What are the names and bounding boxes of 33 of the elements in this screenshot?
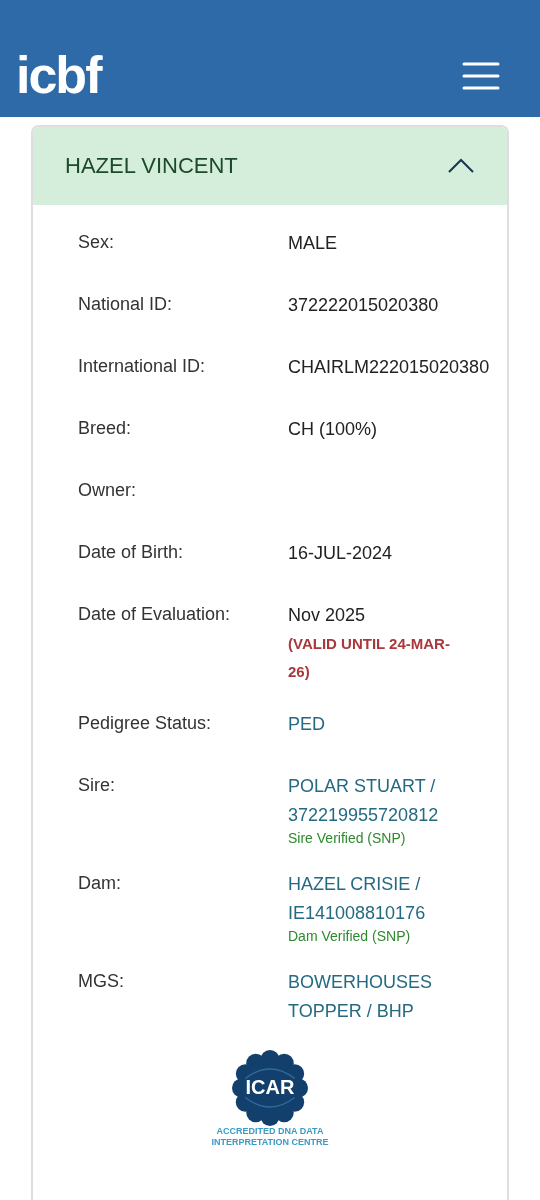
field-label: International ID: bbox=[78, 355, 207, 378]
badge-caption: INTERPRETATION CENTRE bbox=[211, 1137, 329, 1148]
field-value: CHAIRLM222015020380 bbox=[288, 356, 488, 379]
field-label: Breed: bbox=[78, 417, 133, 440]
logo[interactable]: icbf bbox=[16, 53, 101, 97]
chevron-icon[interactable] bbox=[447, 158, 475, 174]
badge-name: ICAR bbox=[245, 1076, 295, 1099]
field-value: 16-JUL-2024 bbox=[288, 542, 394, 565]
field-label: Owner: bbox=[78, 479, 138, 502]
value-link[interactable]: HAZEL CRISIE / IE141008810176 bbox=[288, 870, 488, 928]
validity-note: (VALID UNTIL 24-MAR-26) bbox=[288, 634, 451, 682]
value-link[interactable]: PED bbox=[288, 710, 488, 739]
field-label: Sire: bbox=[78, 774, 116, 797]
verification-note: Sire Verified (SNP) bbox=[288, 830, 407, 846]
field-label: Pedigree Status: bbox=[78, 712, 213, 735]
badge-caption: ACCREDITED DNA DATA bbox=[216, 1126, 324, 1137]
dna-seal-icon bbox=[232, 1050, 308, 1126]
animal-name: HAZEL VINCENT bbox=[65, 153, 238, 179]
menu-icon[interactable] bbox=[462, 61, 500, 91]
field-label: Date of Evaluation: bbox=[78, 603, 232, 626]
field-label: Dam: bbox=[78, 872, 122, 895]
verification-note: Dam Verified (SNP) bbox=[288, 928, 412, 944]
field-label: Sex: bbox=[78, 231, 116, 254]
field-label: MGS: bbox=[78, 970, 125, 993]
field-value: MALE bbox=[288, 232, 339, 255]
value-link[interactable]: POLAR STUART / 372219955720812 bbox=[288, 772, 488, 830]
field-value: CH (100%) bbox=[288, 418, 379, 441]
field-label: Date of Birth: bbox=[78, 541, 185, 564]
field-value: Nov 2025 bbox=[288, 604, 367, 627]
field-label: National ID: bbox=[78, 293, 174, 316]
field-value: 372222015020380 bbox=[288, 294, 440, 317]
value-link[interactable]: BOWERHOUSES TOPPER / BHP bbox=[288, 968, 488, 1026]
accordion-header[interactable]: HAZEL VINCENT bbox=[33, 127, 507, 205]
